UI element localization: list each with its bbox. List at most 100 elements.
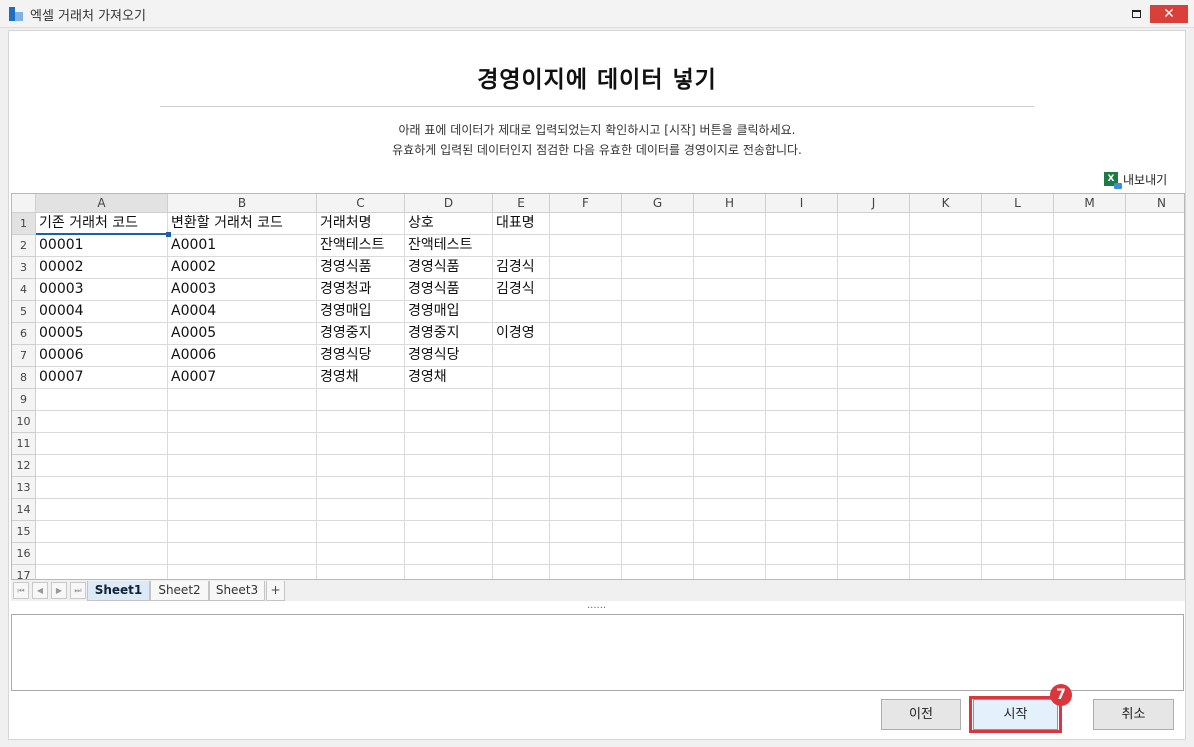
cell-k2[interactable] <box>910 235 982 257</box>
cell-i12[interactable] <box>766 455 838 477</box>
cell-n3[interactable] <box>1126 257 1184 279</box>
cell-f6[interactable] <box>550 323 622 345</box>
cell-k8[interactable] <box>910 367 982 389</box>
cell-k5[interactable] <box>910 301 982 323</box>
cell-h1[interactable] <box>694 213 766 235</box>
cell-c3[interactable]: 경영식품 <box>317 257 405 279</box>
cancel-button[interactable]: 취소 <box>1093 699 1174 730</box>
cell-f1[interactable] <box>550 213 622 235</box>
cell-n13[interactable] <box>1126 477 1184 499</box>
add-sheet-button[interactable]: + <box>266 581 285 601</box>
cell-b4[interactable]: A0003 <box>168 279 317 301</box>
cell-n7[interactable] <box>1126 345 1184 367</box>
cell-d14[interactable] <box>405 499 493 521</box>
cell-k6[interactable] <box>910 323 982 345</box>
cell-e12[interactable] <box>493 455 550 477</box>
cell-l3[interactable] <box>982 257 1054 279</box>
cell-h14[interactable] <box>694 499 766 521</box>
cell-d9[interactable] <box>405 389 493 411</box>
cell-b6[interactable]: A0005 <box>168 323 317 345</box>
cell-n14[interactable] <box>1126 499 1184 521</box>
cell-l16[interactable] <box>982 543 1054 565</box>
message-box[interactable] <box>11 614 1184 691</box>
cell-l6[interactable] <box>982 323 1054 345</box>
cell-f10[interactable] <box>550 411 622 433</box>
next-sheet-button[interactable]: ▶ <box>51 582 67 599</box>
cell-m6[interactable] <box>1054 323 1126 345</box>
cell-n17[interactable] <box>1126 565 1184 579</box>
first-sheet-button[interactable]: ⏮ <box>13 582 29 599</box>
cell-c5[interactable]: 경영매입 <box>317 301 405 323</box>
cell-a9[interactable] <box>36 389 168 411</box>
column-header-m[interactable]: M <box>1054 194 1126 213</box>
cell-l11[interactable] <box>982 433 1054 455</box>
cell-j2[interactable] <box>838 235 910 257</box>
cell-f8[interactable] <box>550 367 622 389</box>
cell-c11[interactable] <box>317 433 405 455</box>
row-header-15[interactable]: 15 <box>12 521 36 543</box>
cell-b16[interactable] <box>168 543 317 565</box>
row-header-12[interactable]: 12 <box>12 455 36 477</box>
cell-k12[interactable] <box>910 455 982 477</box>
sheet-tab-sheet1[interactable]: Sheet1 <box>87 581 150 601</box>
cell-j9[interactable] <box>838 389 910 411</box>
cell-a7[interactable]: 00006 <box>36 345 168 367</box>
cell-m2[interactable] <box>1054 235 1126 257</box>
cell-k14[interactable] <box>910 499 982 521</box>
cell-m8[interactable] <box>1054 367 1126 389</box>
cell-c14[interactable] <box>317 499 405 521</box>
cell-e8[interactable] <box>493 367 550 389</box>
cell-d4[interactable]: 경영식품 <box>405 279 493 301</box>
cell-k7[interactable] <box>910 345 982 367</box>
cell-k11[interactable] <box>910 433 982 455</box>
cell-f17[interactable] <box>550 565 622 579</box>
cell-i3[interactable] <box>766 257 838 279</box>
cell-f15[interactable] <box>550 521 622 543</box>
cell-d15[interactable] <box>405 521 493 543</box>
cell-a10[interactable] <box>36 411 168 433</box>
row-header-13[interactable]: 13 <box>12 477 36 499</box>
cell-i15[interactable] <box>766 521 838 543</box>
cell-l2[interactable] <box>982 235 1054 257</box>
cell-a14[interactable] <box>36 499 168 521</box>
cell-h5[interactable] <box>694 301 766 323</box>
cell-g17[interactable] <box>622 565 694 579</box>
cell-b13[interactable] <box>168 477 317 499</box>
cell-b10[interactable] <box>168 411 317 433</box>
cell-n6[interactable] <box>1126 323 1184 345</box>
cell-d1[interactable]: 상호 <box>405 213 493 235</box>
cell-m10[interactable] <box>1054 411 1126 433</box>
cell-h12[interactable] <box>694 455 766 477</box>
cell-l5[interactable] <box>982 301 1054 323</box>
cell-a11[interactable] <box>36 433 168 455</box>
cell-e16[interactable] <box>493 543 550 565</box>
cell-h16[interactable] <box>694 543 766 565</box>
cell-b7[interactable]: A0006 <box>168 345 317 367</box>
cell-j7[interactable] <box>838 345 910 367</box>
cell-m13[interactable] <box>1054 477 1126 499</box>
cell-e13[interactable] <box>493 477 550 499</box>
cell-h13[interactable] <box>694 477 766 499</box>
cell-a16[interactable] <box>36 543 168 565</box>
cell-d13[interactable] <box>405 477 493 499</box>
cell-m16[interactable] <box>1054 543 1126 565</box>
column-header-b[interactable]: B <box>168 194 317 213</box>
cell-e3[interactable]: 김경식 <box>493 257 550 279</box>
cell-g6[interactable] <box>622 323 694 345</box>
last-sheet-button[interactable]: ⏭ <box>70 582 86 599</box>
cell-e6[interactable]: 이경영 <box>493 323 550 345</box>
cell-e4[interactable]: 김경식 <box>493 279 550 301</box>
cell-e17[interactable] <box>493 565 550 579</box>
cell-l17[interactable] <box>982 565 1054 579</box>
cell-b8[interactable]: A0007 <box>168 367 317 389</box>
cell-l14[interactable] <box>982 499 1054 521</box>
cell-k15[interactable] <box>910 521 982 543</box>
start-button[interactable]: 시작 <box>973 699 1058 730</box>
cell-i10[interactable] <box>766 411 838 433</box>
cell-k9[interactable] <box>910 389 982 411</box>
cell-a13[interactable] <box>36 477 168 499</box>
cell-m15[interactable] <box>1054 521 1126 543</box>
cell-f11[interactable] <box>550 433 622 455</box>
splitter-handle[interactable]: ...... <box>587 601 606 611</box>
row-header-4[interactable]: 4 <box>12 279 36 301</box>
